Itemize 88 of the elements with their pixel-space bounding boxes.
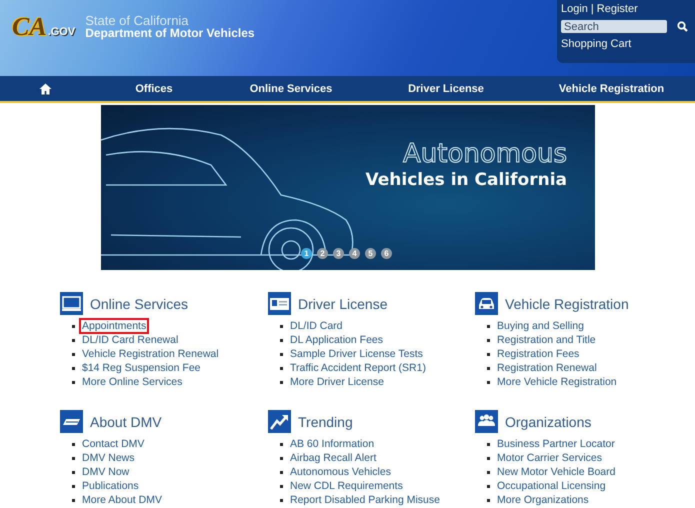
bullet-icon — [72, 498, 75, 502]
bullet-icon — [280, 498, 283, 502]
section-link[interactable]: Report Disabled Parking Misuse — [287, 492, 443, 508]
bullet-icon — [280, 470, 283, 474]
state-title: State of California — [85, 14, 190, 27]
bullet-icon — [487, 442, 490, 446]
bullet-icon — [72, 484, 75, 488]
section-link[interactable]: Buying and Selling — [494, 318, 587, 334]
bullet-icon — [487, 352, 490, 356]
section-link[interactable]: DMV News — [79, 450, 138, 466]
section-icon — [60, 292, 83, 315]
banner-title: Autonomous — [402, 139, 567, 169]
section-link[interactable]: More Vehicle Registration — [494, 374, 620, 390]
bullet-icon — [72, 338, 75, 342]
home-icon[interactable] — [38, 82, 52, 94]
bullet-icon — [487, 484, 490, 488]
section-heading: Trending — [298, 414, 353, 430]
section-heading: About DMV — [90, 414, 162, 430]
section-link[interactable]: Publications — [79, 478, 142, 494]
section-link[interactable]: Sample Driver License Tests — [287, 346, 426, 362]
section-link[interactable]: Registration Fees — [494, 346, 582, 362]
section-heading: Online Services — [90, 296, 188, 312]
section-link[interactable]: Contact DMV — [79, 436, 148, 452]
bullet-icon — [487, 456, 490, 460]
section-link[interactable]: More Driver License — [287, 374, 387, 390]
section-link[interactable]: Autonomous Vehicles — [287, 464, 394, 480]
link-separator: | — [590, 3, 594, 15]
section-icon — [60, 410, 83, 433]
section-link[interactable]: More About DMV — [79, 492, 165, 508]
section-link[interactable]: $14 Reg Suspension Fee — [79, 360, 204, 376]
nav-link[interactable]: Online Services — [250, 82, 332, 94]
search-icon[interactable] — [677, 21, 688, 32]
banner-subtitle: Vehicles in California — [366, 169, 567, 191]
nav-link[interactable]: Vehicle Registration — [558, 82, 664, 94]
bullet-icon — [72, 442, 75, 446]
shopping-cart-link[interactable]: Shopping Cart — [561, 38, 691, 50]
section-link[interactable]: Business Partner Locator — [494, 436, 618, 452]
bullet-icon — [280, 380, 283, 384]
bullet-icon — [487, 338, 490, 342]
section-link[interactable]: New Motor Vehicle Board — [494, 464, 618, 480]
bullet-icon — [280, 442, 283, 446]
bullet-icon — [280, 352, 283, 356]
section-link[interactable]: AB 60 Information — [287, 436, 378, 452]
section-link[interactable]: DMV Now — [79, 464, 132, 480]
section-link[interactable]: More Organizations — [494, 492, 592, 508]
section-link[interactable]: DL/ID Card Renewal — [79, 332, 182, 348]
section-heading: Organizations — [505, 414, 592, 430]
bullet-icon — [280, 456, 283, 460]
section-link[interactable]: Motor Carrier Services — [494, 450, 606, 466]
section-link[interactable]: Appointments — [79, 318, 150, 334]
section-link[interactable]: DL Application Fees — [287, 332, 386, 348]
bullet-icon — [487, 470, 490, 474]
section-icon — [268, 410, 291, 433]
section-heading: Driver License — [298, 296, 388, 312]
bullet-icon — [280, 338, 283, 342]
section-heading: Vehicle Registration — [505, 296, 629, 312]
register-link[interactable]: Register — [596, 3, 638, 15]
bullet-icon — [72, 352, 75, 356]
bullet-icon — [487, 380, 490, 384]
section-link[interactable]: Registration and Title — [494, 332, 599, 348]
bullet-icon — [72, 324, 75, 328]
bullet-icon — [280, 324, 283, 328]
nav-link[interactable]: Driver License — [408, 82, 484, 94]
section-icon — [475, 410, 498, 433]
bullet-icon — [280, 484, 283, 488]
section-icon — [475, 292, 498, 315]
bullet-icon — [72, 380, 75, 384]
bullet-icon — [280, 366, 283, 370]
login-link[interactable]: Login — [561, 3, 588, 15]
section-icon — [268, 292, 291, 315]
bullet-icon — [487, 324, 490, 328]
section-link[interactable]: New CDL Requirements — [287, 478, 406, 494]
section-link[interactable]: Registration Renewal — [494, 360, 600, 376]
section-link[interactable]: DL/ID Card — [287, 318, 346, 334]
section-link[interactable]: More Online Services — [79, 374, 186, 390]
bullet-icon — [72, 470, 75, 474]
section-link[interactable]: Vehicle Registration Renewal — [79, 346, 222, 362]
bullet-icon — [72, 366, 75, 370]
department-title: Department of Motor Vehicles — [85, 27, 255, 40]
bullet-icon — [487, 498, 490, 502]
section-link[interactable]: Airbag Recall Alert — [287, 450, 380, 466]
search-field[interactable]: Search — [561, 20, 667, 33]
bullet-icon — [487, 366, 490, 370]
site-logo[interactable]: CA.GOV — [12, 12, 76, 42]
section-link[interactable]: Occupational Licensing — [494, 478, 609, 494]
bullet-icon — [72, 456, 75, 460]
section-link[interactable]: Traffic Accident Report (SR1) — [287, 360, 429, 376]
nav-link[interactable]: Offices — [135, 82, 173, 94]
